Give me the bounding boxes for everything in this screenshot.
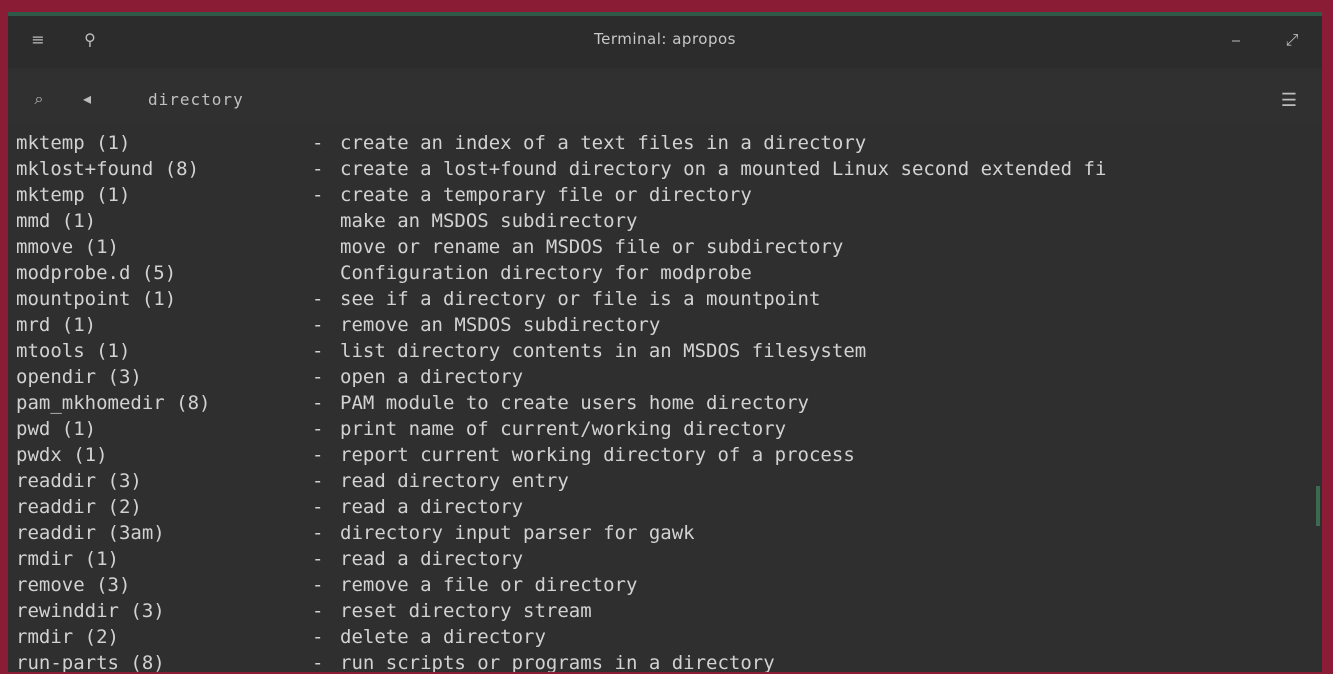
title-bar: ≡ ⚲ Terminal: apropos ⎯ ⤢ xyxy=(8,16,1322,68)
man-page-name: mountpoint (1) xyxy=(16,288,177,310)
man-page-description: delete a directory xyxy=(340,626,546,648)
terminal-line: mktemp (1) - create a temporary file or di… xyxy=(16,182,1312,208)
separator: - xyxy=(312,600,324,622)
terminal-line: pwdx (1) - report current working director… xyxy=(16,442,1312,468)
separator: - xyxy=(312,522,324,544)
man-page-name: mktemp (1) xyxy=(16,132,131,154)
man-page-name: remove (3) xyxy=(16,574,131,596)
separator xyxy=(312,208,340,234)
terminal-window: ≡ ⚲ Terminal: apropos ⎯ ⤢ ⌕ ◂ directory … xyxy=(8,12,1322,672)
man-page-name: mrd (1) xyxy=(16,314,97,336)
separator: - xyxy=(312,340,324,362)
terminal-line: rmdir (1) - read a directory xyxy=(16,546,1312,572)
man-page-description: read directory entry xyxy=(340,470,569,492)
separator: - xyxy=(312,496,324,518)
man-page-name: readdir (3) xyxy=(16,470,142,492)
man-page-description: print name of current/working directory xyxy=(340,418,787,440)
man-page-name: rewinddir (3) xyxy=(16,600,165,622)
terminal-line: rmdir (2) - delete a directory xyxy=(16,624,1312,650)
man-page-description: remove an MSDOS subdirectory xyxy=(340,314,661,336)
terminal-line: readdir (3am) - directory input parser for… xyxy=(16,520,1312,546)
search-icon[interactable]: ⌕ xyxy=(26,86,52,112)
man-page-name: mmd (1) xyxy=(16,210,97,232)
man-page-description: PAM module to create users home director… xyxy=(340,392,809,414)
man-page-name: mktemp (1) xyxy=(16,184,131,206)
man-page-name: pwdx (1) xyxy=(16,444,108,466)
separator xyxy=(312,260,340,286)
man-page-description: create a temporary file or directory xyxy=(340,184,752,206)
separator: - xyxy=(312,574,324,596)
man-page-description: create a lost+found directory on a mount… xyxy=(340,158,1107,180)
man-page-name: pam_mkhomedir (8) xyxy=(16,392,211,414)
man-page-name: opendir (3) xyxy=(16,366,142,388)
separator: - xyxy=(312,418,324,440)
man-page-description: make an MSDOS subdirectory xyxy=(340,210,638,232)
scrollbar[interactable] xyxy=(1316,486,1320,526)
window-title: Terminal: apropos xyxy=(594,30,736,48)
terminal-line: pam_mkhomedir (8) - PAM module to create u… xyxy=(16,390,1312,416)
terminal-line: mktemp (1) - create an index of a text fil… xyxy=(16,130,1312,156)
back-icon[interactable]: ◂ xyxy=(74,86,100,112)
separator: - xyxy=(312,444,324,466)
separator: - xyxy=(312,184,324,206)
search-query[interactable]: directory xyxy=(148,90,244,109)
separator: - xyxy=(312,158,324,180)
terminal-line: readdir (3) - read directory entry xyxy=(16,468,1312,494)
separator: - xyxy=(312,470,324,492)
man-page-name: modprobe.d (5) xyxy=(16,262,177,284)
man-page-description: open a directory xyxy=(340,366,524,388)
minimize-icon[interactable]: ⎯ xyxy=(1222,26,1250,54)
terminal-line: mountpoint (1) - see if a directory or fil… xyxy=(16,286,1312,312)
terminal-line: mklost+found (8) - create a lost+found dir… xyxy=(16,156,1312,182)
separator: - xyxy=(312,132,324,154)
separator: - xyxy=(312,626,324,648)
man-page-description: run scripts or programs in a directory xyxy=(340,652,775,672)
expand-icon[interactable]: ⤢ xyxy=(1278,26,1306,54)
toolbar: ⌕ ◂ directory ☰ xyxy=(8,72,1322,124)
terminal-line: pwd (1) - print name of current/working di… xyxy=(16,416,1312,442)
terminal-line: readdir (2) - read a directory xyxy=(16,494,1312,520)
man-page-name: mtools (1) xyxy=(16,340,131,362)
man-page-description: move or rename an MSDOS file or subdirec… xyxy=(340,236,844,258)
separator: - xyxy=(312,288,324,310)
man-page-name: readdir (3am) xyxy=(16,522,165,544)
separator: - xyxy=(312,652,324,672)
man-page-name: mmove (1) xyxy=(16,236,119,258)
terminal-line: rewinddir (3) - reset directory stream xyxy=(16,598,1312,624)
terminal-line: mmove (1) move or rename an MSDOS file or… xyxy=(16,234,1312,260)
man-page-description: create an index of a text files in a dir… xyxy=(340,132,867,154)
separator: - xyxy=(312,314,324,336)
man-page-name: run-parts (8) xyxy=(16,652,165,672)
man-page-name: pwd (1) xyxy=(16,418,97,440)
man-page-name: rmdir (1) xyxy=(16,548,119,570)
man-page-name: mklost+found (8) xyxy=(16,158,200,180)
man-page-description: remove a file or directory xyxy=(340,574,638,596)
terminal-line: remove (3) - remove a file or directory xyxy=(16,572,1312,598)
man-page-description: see if a directory or file is a mountpoi… xyxy=(340,288,821,310)
separator: - xyxy=(312,392,324,414)
man-page-name: readdir (2) xyxy=(16,496,142,518)
man-page-description: report current working directory of a pr… xyxy=(340,444,855,466)
man-page-name: rmdir (2) xyxy=(16,626,119,648)
terminal-line: modprobe.d (5) Configuration directory fo… xyxy=(16,260,1312,286)
terminal-line: run-parts (8) - run scripts or programs in… xyxy=(16,650,1312,672)
separator: - xyxy=(312,366,324,388)
separator: - xyxy=(312,548,324,570)
terminal-output[interactable]: mktemp (1) - create an index of a text fil… xyxy=(16,130,1312,672)
hamburger-icon[interactable]: ☰ xyxy=(1276,88,1302,114)
man-page-description: directory input parser for gawk xyxy=(340,522,695,544)
terminal-line: mtools (1) - list directory contents in an… xyxy=(16,338,1312,364)
man-page-description: read a directory xyxy=(340,496,524,518)
man-page-description: list directory contents in an MSDOS file… xyxy=(340,340,867,362)
terminal-line: opendir (3) - open a directory xyxy=(16,364,1312,390)
terminal-line: mrd (1) - remove an MSDOS subdirectory xyxy=(16,312,1312,338)
terminal-line: mmd (1) make an MSDOS subdirectory xyxy=(16,208,1312,234)
man-page-description: Configuration directory for modprobe xyxy=(340,262,752,284)
man-page-description: read a directory xyxy=(340,548,524,570)
separator xyxy=(312,234,340,260)
man-page-description: reset directory stream xyxy=(340,600,592,622)
